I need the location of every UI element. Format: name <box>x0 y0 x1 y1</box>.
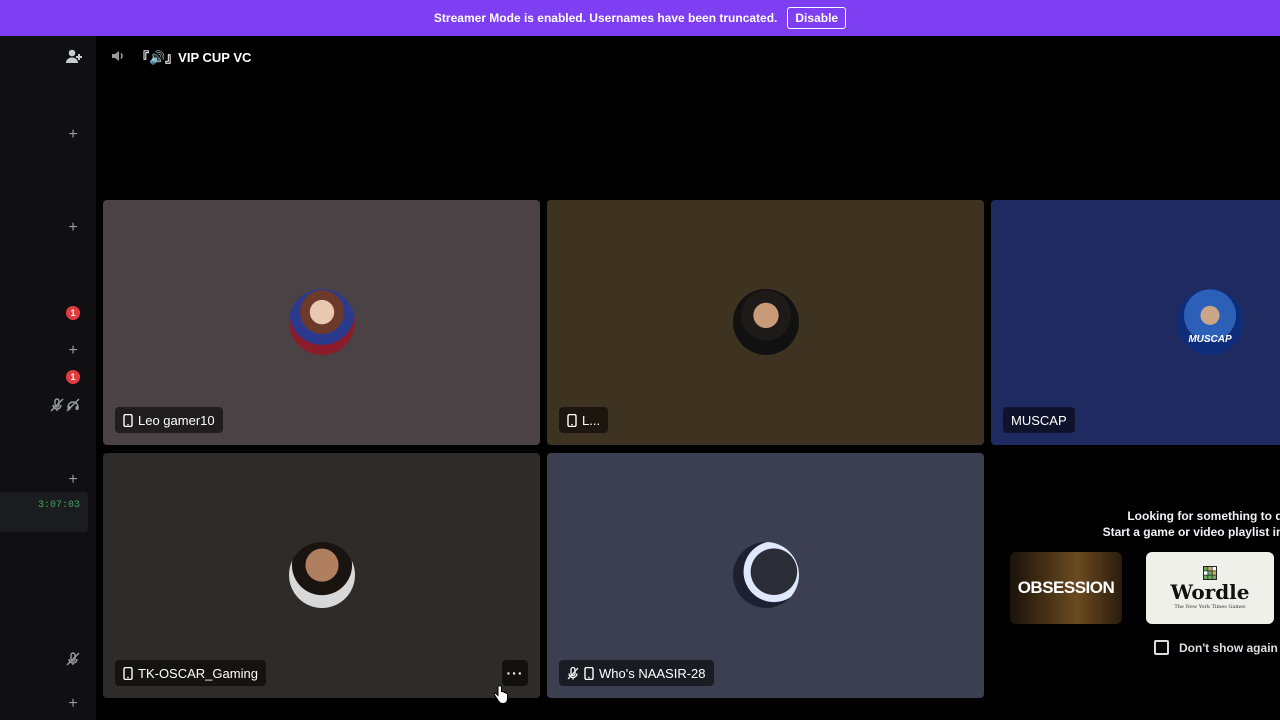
notification-badge: 1 <box>66 306 80 320</box>
avatar <box>733 289 799 355</box>
channel-sidebar: + + 1 + 1 + 3:07:03 + <box>0 36 96 720</box>
participant-name: MUSCAP <box>1011 412 1067 428</box>
hand-cursor-icon <box>493 685 509 705</box>
add-channel-icon[interactable]: + <box>65 127 81 143</box>
checkbox-box[interactable] <box>1154 640 1169 655</box>
participant-nametag: TK-OSCAR_Gaming <box>115 660 266 686</box>
call-timer: 3:07:03 <box>37 500 80 511</box>
avatar: MUSCAP <box>1177 289 1243 355</box>
mobile-icon <box>123 413 133 427</box>
streamer-mode-message: Streamer Mode is enabled. Usernames have… <box>433 11 778 25</box>
avatar <box>733 542 799 608</box>
participant-name: Leo gamer10 <box>138 412 215 428</box>
notification-badge: 1 <box>66 370 80 384</box>
participant-name: Who's NAASIR-28 <box>599 665 706 681</box>
activity-prompt: Looking for something to do Start a game… <box>992 454 1280 698</box>
mobile-icon <box>123 666 133 680</box>
participant-tile[interactable]: Who's NAASIR-28 <box>547 453 984 698</box>
mobile-icon <box>584 666 594 680</box>
participant-nametag: L... <box>559 407 609 433</box>
avatar <box>289 542 355 608</box>
add-channel-icon[interactable]: + <box>65 220 81 236</box>
activity-card-wordle[interactable]: Wordle The New York Times Games <box>1146 552 1274 624</box>
participant-tile[interactable]: TK-OSCAR_Gaming ··· <box>103 453 540 698</box>
active-voice-channel-row[interactable]: 3:07:03 <box>0 492 88 532</box>
dont-show-again-label: Don't show again <box>1179 640 1278 655</box>
participant-name: L... <box>582 412 601 428</box>
add-friend-icon[interactable] <box>65 48 83 66</box>
avatar-text: MUSCAP <box>1188 334 1232 345</box>
activity-prompt-subtitle: Start a game or video playlist ins <box>1102 525 1280 539</box>
participant-tile[interactable]: L... <box>547 200 984 445</box>
dont-show-again-checkbox[interactable]: Don't show again <box>1154 640 1278 655</box>
participant-name: TK-OSCAR_Gaming <box>138 665 258 681</box>
participant-nametag: Who's NAASIR-28 <box>559 660 714 686</box>
add-channel-icon[interactable]: + <box>65 472 81 488</box>
voice-channel-header: 『🔊』VIP CUP VC <box>96 36 1280 76</box>
participant-tile[interactable]: Leo gamer10 <box>103 200 540 445</box>
wordle-grid-icon <box>1203 566 1217 580</box>
avatar <box>289 289 355 355</box>
more-options-button[interactable]: ··· <box>502 660 528 686</box>
participant-nametag: MUSCAP <box>1003 407 1075 433</box>
speaker-icon <box>110 48 126 64</box>
mobile-icon <box>567 413 577 427</box>
add-channel-icon[interactable]: + <box>65 696 81 712</box>
activity-card-subtitle: The New York Times Games <box>1174 604 1246 610</box>
channel-name: 『🔊』VIP CUP VC <box>136 49 252 65</box>
deafen-icon <box>66 398 80 412</box>
participant-nametag: Leo gamer10 <box>115 407 223 433</box>
activity-card-title: OBSESSION <box>1017 578 1115 597</box>
streamer-mode-banner: Streamer Mode is enabled. Usernames have… <box>0 0 1280 36</box>
activity-prompt-title: Looking for something to do <box>1127 509 1280 523</box>
disable-streamer-mode-button[interactable]: Disable <box>787 7 847 29</box>
mute-icon <box>50 398 64 412</box>
participant-tile[interactable]: MUSCAP MUSCAP <box>991 200 1280 445</box>
activity-card-obsession[interactable]: OBSESSION <box>1010 552 1122 624</box>
add-channel-icon[interactable]: + <box>65 343 81 359</box>
mute-icon <box>66 652 80 666</box>
muted-mic-icon <box>567 666 579 680</box>
activity-card-title: Wordle <box>1170 580 1250 604</box>
